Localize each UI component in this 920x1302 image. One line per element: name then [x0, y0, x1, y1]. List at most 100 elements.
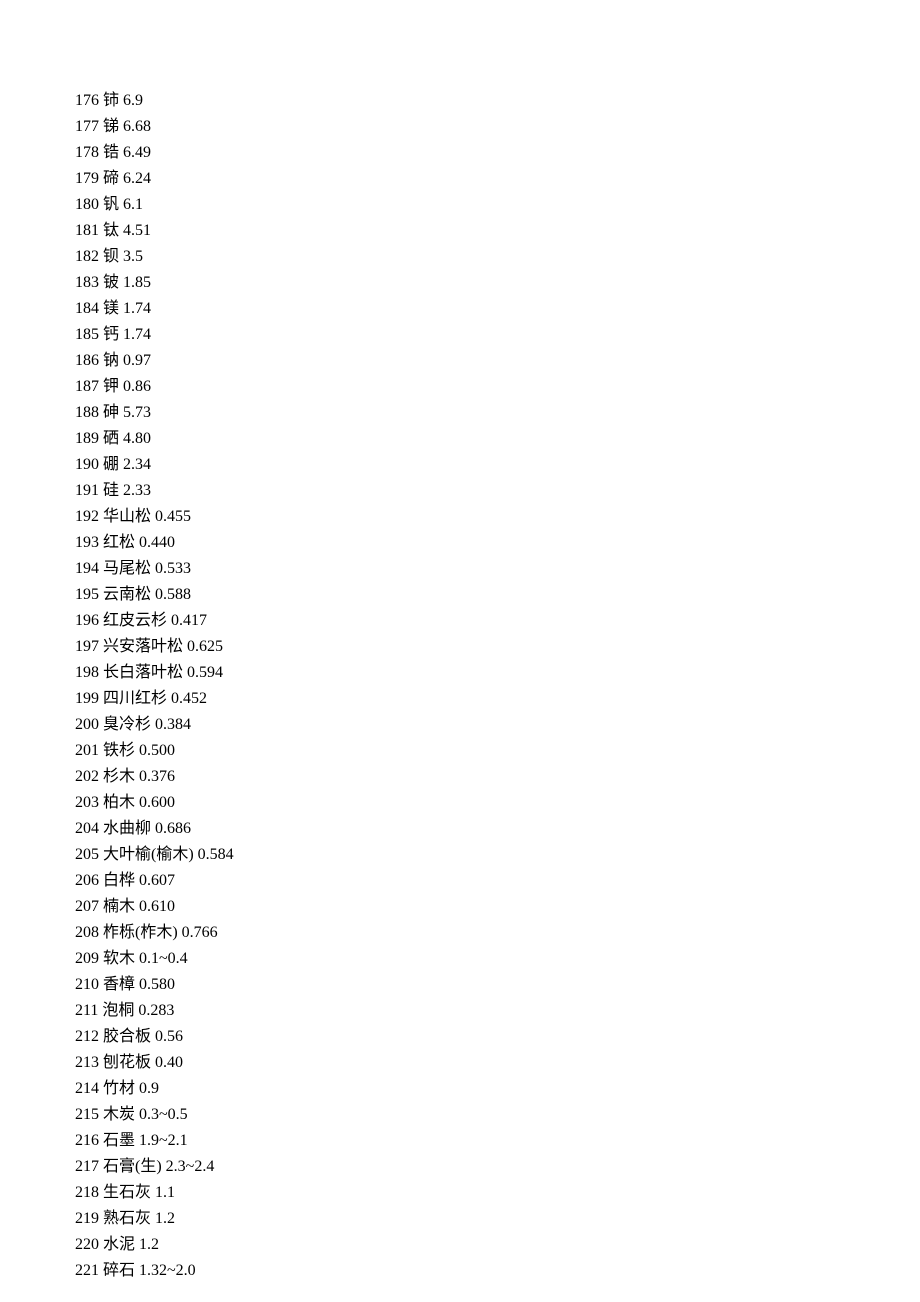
row-number: 196 — [75, 612, 99, 629]
material-name: 臭冷杉 — [103, 716, 151, 733]
density-value: 0.594 — [187, 664, 223, 681]
material-name: 铈 — [103, 92, 119, 109]
density-value: 0.584 — [198, 846, 234, 863]
list-item: 207 楠木 0.610 — [75, 894, 920, 920]
density-value: 6.1 — [123, 196, 143, 213]
density-value: 0.384 — [155, 716, 191, 733]
material-name: 锆 — [103, 144, 119, 161]
material-name: 云南松 — [103, 586, 151, 603]
row-number: 203 — [75, 794, 99, 811]
list-item: 209 软木 0.1~0.4 — [75, 946, 920, 972]
row-number: 213 — [75, 1054, 99, 1071]
row-number: 199 — [75, 690, 99, 707]
density-value: 1.32~2.0 — [139, 1262, 196, 1279]
material-name: 钡 — [103, 248, 119, 265]
density-value: 0.686 — [155, 820, 191, 837]
density-value: 0.86 — [123, 378, 151, 395]
density-value: 0.417 — [171, 612, 207, 629]
row-number: 187 — [75, 378, 99, 395]
row-number: 200 — [75, 716, 99, 733]
material-name: 木炭 — [103, 1106, 135, 1123]
material-name: 铁杉 — [103, 742, 135, 759]
density-value: 0.452 — [171, 690, 207, 707]
row-number: 190 — [75, 456, 99, 473]
density-value: 2.3~2.4 — [166, 1158, 215, 1175]
row-number: 186 — [75, 352, 99, 369]
density-value: 6.9 — [123, 92, 143, 109]
density-value: 1.1 — [155, 1184, 175, 1201]
material-name: 生石灰 — [103, 1184, 151, 1201]
row-number: 188 — [75, 404, 99, 421]
row-number: 202 — [75, 768, 99, 785]
list-item: 189 硒 4.80 — [75, 426, 920, 452]
list-item: 211 泡桐 0.283 — [75, 998, 920, 1024]
density-value: 0.607 — [139, 872, 175, 889]
density-value: 6.49 — [123, 144, 151, 161]
list-item: 187 钾 0.86 — [75, 374, 920, 400]
material-name: 软木 — [103, 950, 135, 967]
list-item: 190 硼 2.34 — [75, 452, 920, 478]
material-name: 刨花板 — [103, 1054, 151, 1071]
material-name: 马尾松 — [103, 560, 151, 577]
density-value: 1.2 — [155, 1210, 175, 1227]
density-value: 2.33 — [123, 482, 151, 499]
list-item: 183 铍 1.85 — [75, 270, 920, 296]
density-value: 1.2 — [139, 1236, 159, 1253]
list-item: 217 石膏(生) 2.3~2.4 — [75, 1154, 920, 1180]
material-name: 四川红杉 — [103, 690, 167, 707]
list-item: 198 长白落叶松 0.594 — [75, 660, 920, 686]
material-name: 钒 — [103, 196, 119, 213]
material-name: 钙 — [103, 326, 119, 343]
material-name: 锑 — [103, 118, 119, 135]
density-value: 0.97 — [123, 352, 151, 369]
list-item: 204 水曲柳 0.686 — [75, 816, 920, 842]
material-name: 香樟 — [103, 976, 135, 993]
list-item: 177 锑 6.68 — [75, 114, 920, 140]
row-number: 218 — [75, 1184, 99, 1201]
density-value: 1.9~2.1 — [139, 1132, 188, 1149]
material-name: 碲 — [103, 170, 119, 187]
list-item: 196 红皮云杉 0.417 — [75, 608, 920, 634]
density-value: 4.80 — [123, 430, 151, 447]
density-value: 5.73 — [123, 404, 151, 421]
row-number: 177 — [75, 118, 99, 135]
density-value: 6.24 — [123, 170, 151, 187]
row-number: 201 — [75, 742, 99, 759]
list-item: 184 镁 1.74 — [75, 296, 920, 322]
list-item: 193 红松 0.440 — [75, 530, 920, 556]
material-name: 竹材 — [103, 1080, 135, 1097]
row-number: 181 — [75, 222, 99, 239]
row-number: 207 — [75, 898, 99, 915]
material-name: 水曲柳 — [103, 820, 151, 837]
material-name: 钛 — [103, 222, 119, 239]
row-number: 205 — [75, 846, 99, 863]
list-item: 205 大叶榆(榆木) 0.584 — [75, 842, 920, 868]
list-item: 194 马尾松 0.533 — [75, 556, 920, 582]
list-item: 201 铁杉 0.500 — [75, 738, 920, 764]
material-name: 石膏(生) — [103, 1158, 162, 1175]
list-item: 186 钠 0.97 — [75, 348, 920, 374]
density-value: 0.3~0.5 — [139, 1106, 188, 1123]
list-item: 212 胶合板 0.56 — [75, 1024, 920, 1050]
material-name: 柏木 — [103, 794, 135, 811]
row-number: 217 — [75, 1158, 99, 1175]
density-value: 0.1~0.4 — [139, 950, 188, 967]
row-number: 211 — [75, 1002, 98, 1019]
material-name: 硒 — [103, 430, 119, 447]
list-item: 176 铈 6.9 — [75, 88, 920, 114]
row-number: 192 — [75, 508, 99, 525]
row-number: 191 — [75, 482, 99, 499]
density-value: 6.68 — [123, 118, 151, 135]
material-name: 柞栎(柞木) — [103, 924, 178, 941]
density-value: 0.440 — [139, 534, 175, 551]
density-value: 0.455 — [155, 508, 191, 525]
density-value: 1.74 — [123, 326, 151, 343]
material-name: 红皮云杉 — [103, 612, 167, 629]
row-number: 184 — [75, 300, 99, 317]
density-value: 1.85 — [123, 274, 151, 291]
row-number: 219 — [75, 1210, 99, 1227]
material-name: 碎石 — [103, 1262, 135, 1279]
list-item: 182 钡 3.5 — [75, 244, 920, 270]
row-number: 208 — [75, 924, 99, 941]
density-value: 0.283 — [138, 1002, 174, 1019]
